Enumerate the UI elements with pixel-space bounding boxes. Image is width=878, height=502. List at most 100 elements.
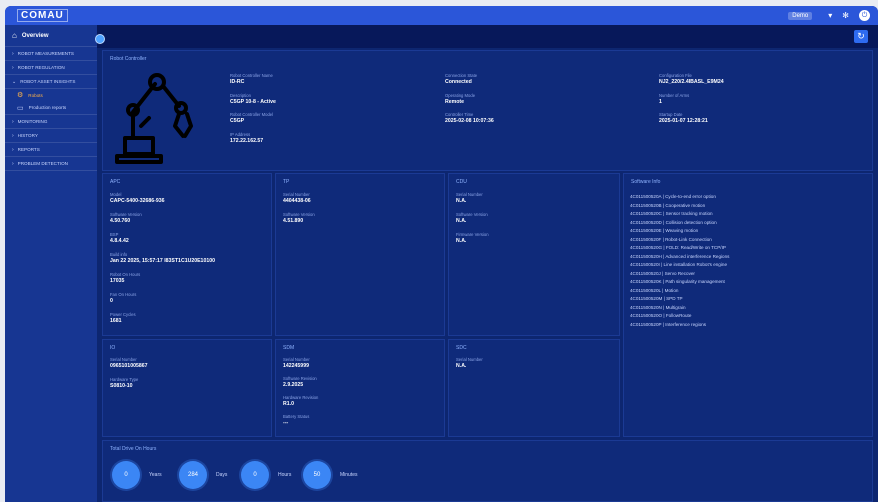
sdc-panel: SDC Serial Number N.A. [448,339,620,437]
content-header: ↻ [97,25,878,48]
sidebar-item-robot-asset-insights[interactable]: ⌄ ROBOT ASSET INSIGHTS [5,75,97,89]
list-item: 4C011500520M | SPD TP [630,296,683,301]
sidebar: ⌂ Overview › ROBOT MEASUREMENTS › ROBOT … [5,25,97,502]
sidebar-item-problem-detection[interactable]: › PROBLEM DETECTION [5,157,97,171]
tp-panel: TP Serial Number 4404438-06 Software Ver… [275,173,445,336]
sidebar-item-overview[interactable]: ⌂ Overview [5,25,97,47]
field-serial-number: Serial Number 0965101005867 [110,357,148,369]
sidebar-item-robots[interactable]: ⚙ Robots [5,89,97,101]
chevron-right-icon: › [12,50,14,57]
counter-days: 284 Days [179,461,227,489]
sidebar-item-monitoring[interactable]: › MONITORING [5,115,97,129]
counter-unit: Days [216,472,228,478]
app-window: COMAU Demo ▾ ✻ ⏻ ⌂ Overview › ROBOT MEAS… [5,6,878,502]
software-list: 4C011500520A | Cycle-to-end error option… [630,194,729,330]
field-operating-mode: Operating Mode Remote [445,93,476,105]
counter-value: 284 [179,461,207,489]
field-model: Model CAPC-5400-32686-936 [110,192,165,204]
power-icon[interactable]: ⏻ [859,10,870,21]
robot-controller-panel: Robot Controller Robot Controller Name I… [102,50,873,171]
apc-panel: APC Model CAPC-5400-32686-936 Software V… [102,173,272,336]
chevron-down-icon: ⌄ [12,78,17,85]
list-item: 4C011500520J | Servo Recover [630,270,695,276]
field-robot-on-hours: Robot On Hours 17035 [110,272,141,284]
sidebar-item-history[interactable]: › HISTORY [5,129,97,143]
sidebar-item-reports[interactable]: › REPORTS [5,143,97,157]
sidebar-item-label: HISTORY [17,133,38,138]
field-serial-number: Serial Number 142245999 [283,357,310,369]
field-serial-number: Serial Number N.A. [456,357,483,369]
user-menu[interactable]: Demo [788,11,813,20]
counter-value: 50 [303,461,331,489]
settings-icon[interactable]: ✻ [842,11,849,20]
list-item: 4C011500520F | Robot-Link Connection [630,236,712,242]
panel-title: SDC [456,345,467,351]
chevron-down-icon[interactable]: ▾ [828,11,832,20]
field-description: Description C5GP 10-8 - Active [230,93,276,105]
field-robot-controller-name: Robot Controller Name ID-RC [230,73,273,85]
panel-title: TP [283,179,290,185]
field-serial-number: Serial Number N.A. [456,192,483,204]
panel-title: IO [110,345,116,351]
list-item: 4C011500520B | Cooperative motion [630,202,706,208]
chevron-right-icon: › [12,160,14,167]
field-startup-date: Startup Date 2025-01-07 12:28:21 [659,112,708,124]
drive-on-hours-panel: Total Drive On Hours 0 Years 284 Days 0 … [102,440,873,502]
io-panel: IO Serial Number 0965101005867 Hardware … [102,339,272,437]
document-icon: ▭ [17,104,24,112]
sidebar-item-label: Robots [28,92,43,98]
field-robot-controller-model: Robot Controller Model C5GP [230,112,274,124]
sidebar-collapse-toggle[interactable] [95,34,105,44]
list-item: 4C011500520C | Sensor tracking motion [630,211,713,216]
field-battery-status: Battery Status --- [283,414,310,426]
field-software-version: Software Version 4.50.760 [110,212,142,224]
field-firmware-version: Firmware Version N.A. [456,232,489,244]
sidebar-item-label: MONITORING [17,119,48,124]
refresh-icon: ↻ [857,31,865,41]
list-item: 4C011500520N | Multigrain [630,304,686,310]
refresh-button[interactable]: ↻ [854,30,868,43]
sidebar-item-label: ROBOT ASSET INSIGHTS [20,79,76,84]
comau-logo: COMAU [17,9,68,22]
sidebar-item-production-reports[interactable]: ▭ Production reports [5,101,97,115]
list-item: 4C011500520D | Collision detection optio… [630,219,717,225]
field-software-version: Software Version N.A. [456,212,488,224]
field-hardware-type: Hardware Type S0810-10 [110,377,139,389]
panel-title: Total Drive On Hours [110,446,157,452]
chevron-right-icon: › [12,118,14,125]
counter-minutes: 50 Minutes [303,461,358,489]
field-bsp: BSP 4.8.4.42 [110,232,129,244]
field-fan-on-hours: Fan On Hours 0 [110,292,137,304]
field-software-revision: Software Revision 2.9.2025 [283,376,317,388]
list-item: 4C011500520H | Advanced interference Reg… [630,253,730,259]
sidebar-item-robot-regulation[interactable]: › ROBOT REGULATION [5,61,97,75]
panel-title: Robot Controller [110,56,147,62]
counter-hours: 0 Hours [241,461,291,489]
list-item: 4C011500520L | Motion [630,287,679,293]
home-icon: ⌂ [12,31,17,40]
sidebar-item-label: Production reports [28,105,67,110]
sidebar-item-label: Overview [21,32,49,39]
panel-title: SDM [283,345,295,351]
chevron-right-icon: › [12,132,14,139]
robot-arm-icon: ⚙ [17,92,24,99]
panel-title: APC [110,179,121,185]
field-controller-time: Controller Time 2025-02-08 10:07:36 [445,112,494,124]
field-connection-state: Connection State Connected [445,73,478,85]
sidebar-item-robot-measurements[interactable]: › ROBOT MEASUREMENTS [5,47,97,61]
counter-unit: Years [149,472,162,478]
chevron-right-icon: › [12,64,14,71]
field-build-info: Build info Jan 22 2025, 15:57:17 I83ST1C… [110,252,215,264]
panel-title: Software Info [631,179,661,185]
list-item: 4C011500520E | Weaving motion [630,228,699,233]
counter-value: 0 [112,461,140,489]
sdm-panel: SDM Serial Number 142245999 Software Rev… [275,339,445,437]
field-software-version: Software Version 4.51.890 [283,212,315,224]
field-power-cycles: Power Cycles 1681 [110,312,136,324]
counter-years: 0 Years [112,461,162,489]
list-item: 4C011500520P | Interference regions [630,321,707,327]
list-item: 4C011500520O | FollowRoute [630,313,692,318]
sidebar-item-label: PROBLEM DETECTION [17,161,68,166]
counter-unit: Minutes [340,472,358,478]
field-hardware-revision: Hardware Revision R1.0 [283,395,319,407]
